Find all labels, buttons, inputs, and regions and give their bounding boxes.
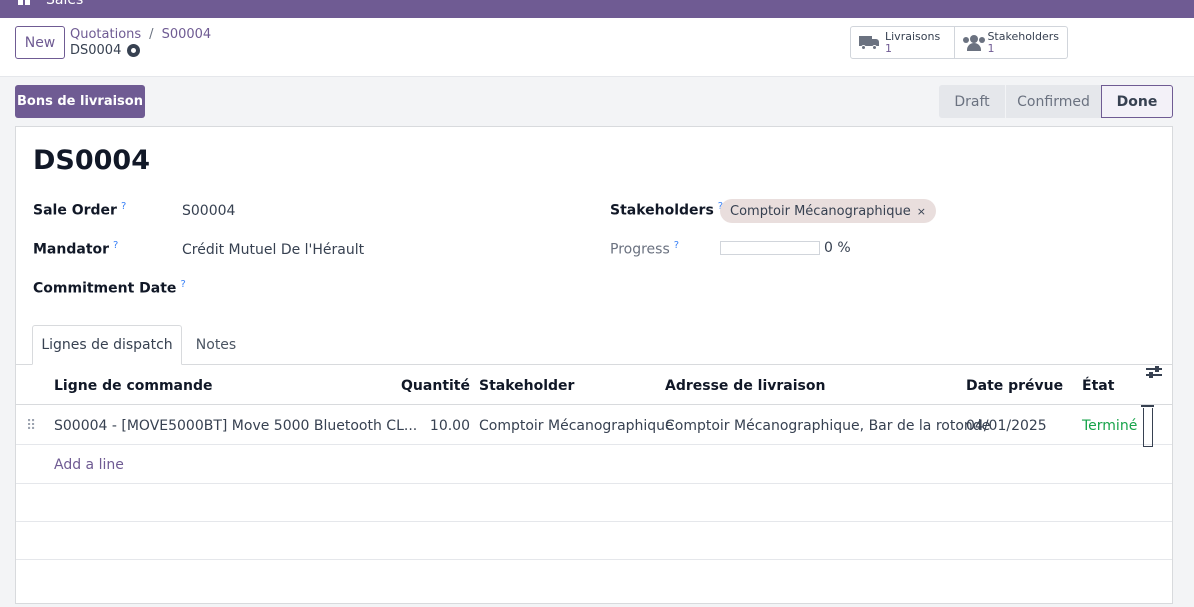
control-panel: New Quotations / S00004 DS0004 Livraison… <box>0 18 1194 77</box>
column-header-ligne[interactable]: Ligne de commande <box>54 366 213 405</box>
column-header-quantite[interactable]: Quantité <box>376 366 470 405</box>
smart-button-label: Stakeholders <box>987 29 1059 43</box>
stakeholder-tag-label: Comptoir Mécanographique <box>730 203 911 219</box>
app-name[interactable]: Sales <box>46 0 83 8</box>
sale-order-label: Sale Order? <box>33 201 127 219</box>
current-record-name: DS0004 <box>70 43 122 58</box>
status-bar: Draft Confirmed Done <box>939 85 1173 118</box>
stage-done[interactable]: Done <box>1101 85 1173 118</box>
smart-button-label: Livraisons <box>885 29 941 43</box>
help-tooltip-icon[interactable]: ? <box>121 201 126 212</box>
column-header-adresse[interactable]: Adresse de livraison <box>665 366 825 405</box>
progress-text: 0 % <box>824 240 851 256</box>
help-tooltip-icon[interactable]: ? <box>674 240 679 251</box>
remove-tag-icon[interactable]: × <box>917 205 926 218</box>
stakeholders-smart-button[interactable]: Stakeholders 1 <box>954 26 1068 59</box>
optional-columns-toggle[interactable] <box>1146 366 1162 405</box>
tab-lignes-de-dispatch[interactable]: Lignes de dispatch <box>32 325 182 365</box>
breadcrumb-quotations[interactable]: Quotations <box>70 27 141 42</box>
form-sheet: DS0004 Sale Order? S00004 Mandator? Créd… <box>15 126 1173 604</box>
empty-row <box>16 521 1172 559</box>
table-header: Ligne de commande Quantité Stakeholder A… <box>16 366 1172 405</box>
new-button[interactable]: New <box>15 26 65 59</box>
current-record: DS0004 <box>70 43 141 58</box>
livraisons-smart-button[interactable]: Livraisons 1 <box>850 26 955 59</box>
column-header-stakeholder[interactable]: Stakeholder <box>479 366 574 405</box>
mandator-value[interactable]: Crédit Mutuel De l'Hérault <box>182 242 364 258</box>
breadcrumb-separator: / <box>149 27 154 42</box>
add-line-link[interactable]: Add a line <box>54 446 124 483</box>
empty-row <box>16 483 1172 521</box>
progress-bar <box>720 241 820 255</box>
cell-date[interactable]: 04/01/2025 <box>966 406 1047 445</box>
cell-stakeholder[interactable]: Comptoir Mécanographique <box>479 406 674 445</box>
top-navbar: Sales <box>0 0 1194 18</box>
stage-draft[interactable]: Draft <box>939 85 1005 118</box>
delete-row-button[interactable] <box>1141 405 1157 447</box>
stakeholders-label: Stakeholders? <box>610 201 723 219</box>
smart-button-count: 1 <box>885 41 892 55</box>
sliders-icon <box>1146 366 1162 405</box>
apps-menu-icon[interactable] <box>18 0 36 6</box>
stakeholder-tag[interactable]: Comptoir Mécanographique × <box>720 199 936 223</box>
cell-address[interactable]: Comptoir Mécanographique, Bar de la roto… <box>665 406 990 445</box>
table-row[interactable]: ⠿ S00004 - [MOVE5000BT] Move 5000 Blueto… <box>16 405 1172 447</box>
gear-icon[interactable] <box>127 44 141 57</box>
users-icon <box>963 34 985 51</box>
help-tooltip-icon[interactable]: ? <box>113 240 118 251</box>
trash-icon <box>1141 405 1154 447</box>
sale-order-value[interactable]: S00004 <box>182 203 235 219</box>
column-header-date[interactable]: Date prévue <box>966 366 1063 405</box>
commitment-date-label: Commitment Date? <box>33 279 186 297</box>
progress-label: Progress? <box>610 240 680 258</box>
action-bar: Bons de livraison Draft Confirmed Done <box>0 77 1194 127</box>
mandator-label: Mandator? <box>33 240 119 258</box>
help-tooltip-icon[interactable]: ? <box>180 279 185 290</box>
truck-icon <box>859 35 879 50</box>
smart-button-count: 1 <box>987 41 995 55</box>
notebook-tabs: Lignes de dispatch Notes <box>16 325 1172 365</box>
breadcrumb-sale-order[interactable]: S00004 <box>162 27 212 42</box>
cell-quantity[interactable]: 10.00 <box>376 406 470 445</box>
cell-line[interactable]: S00004 - [MOVE5000BT] Move 5000 Bluetoot… <box>54 406 417 445</box>
cell-state: Terminé <box>1082 417 1138 434</box>
column-header-etat[interactable]: État <box>1082 366 1114 405</box>
record-title: DS0004 <box>33 145 151 176</box>
bons-de-livraison-button[interactable]: Bons de livraison <box>15 85 145 118</box>
tab-notes[interactable]: Notes <box>188 325 244 365</box>
breadcrumb: Quotations / S00004 <box>70 27 211 42</box>
empty-row <box>16 559 1172 597</box>
drag-handle-icon[interactable]: ⠿ <box>26 406 40 445</box>
stage-confirmed[interactable]: Confirmed <box>1005 85 1101 118</box>
